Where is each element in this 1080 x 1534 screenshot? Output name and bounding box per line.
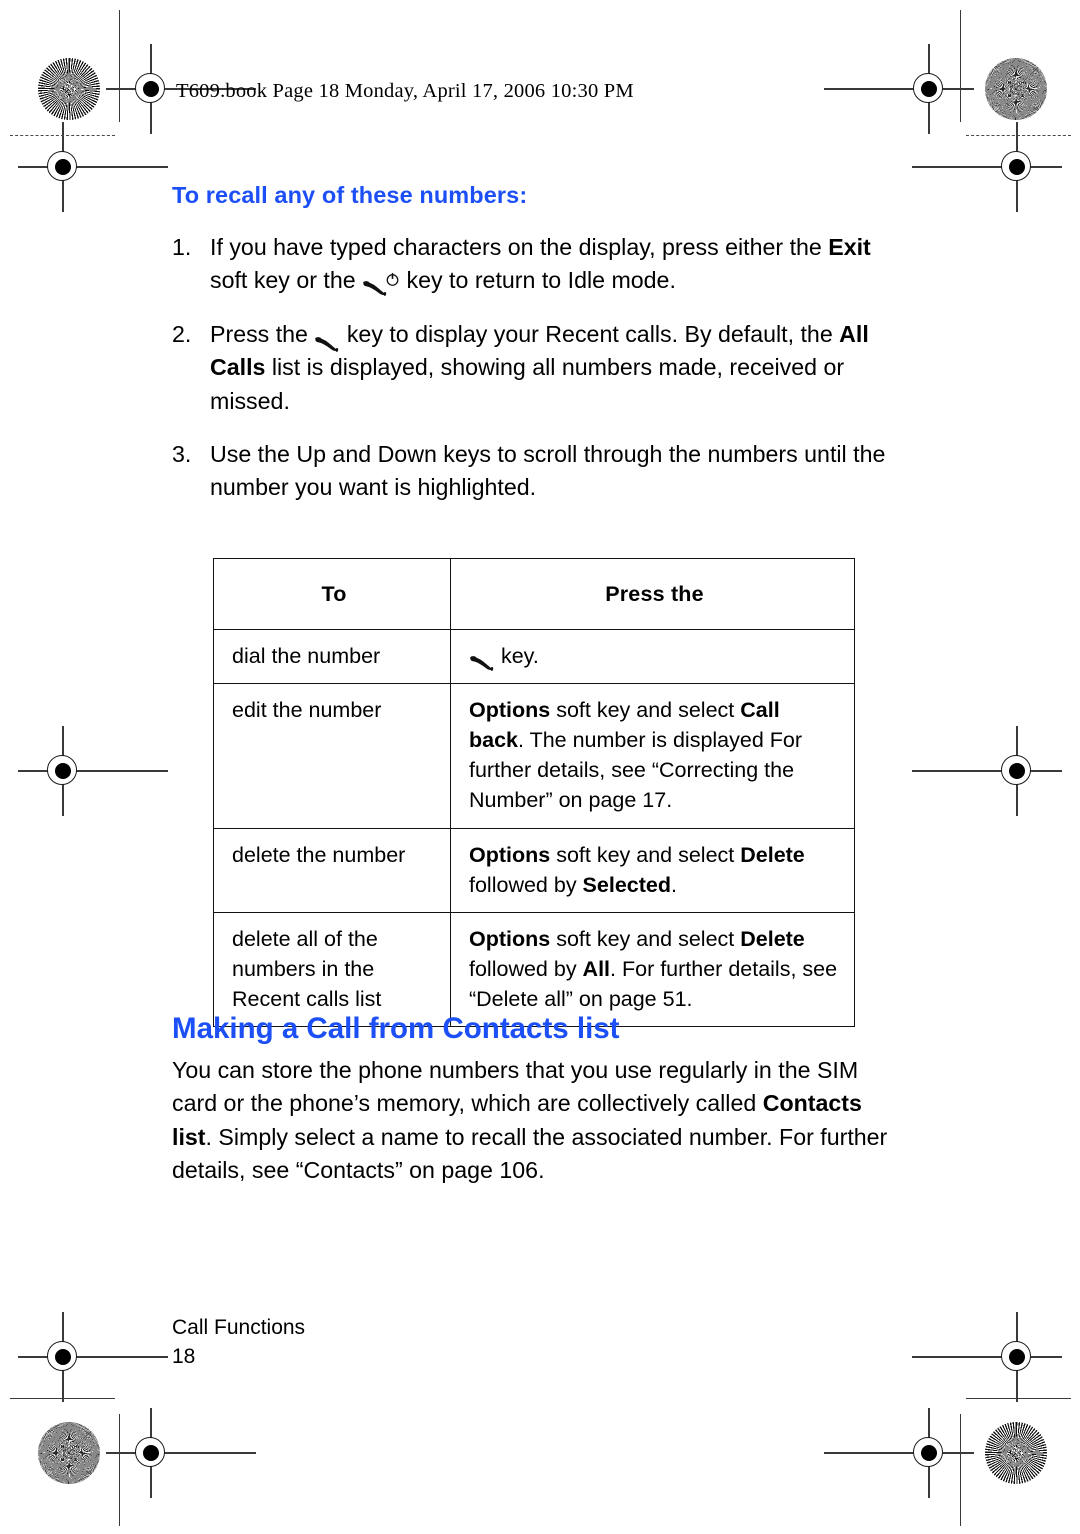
end-call-key-icon — [362, 265, 400, 297]
trim-rule-bottom-right-horizontal — [966, 1398, 1071, 1400]
cell-to: dial the number — [213, 629, 451, 685]
trim-rule-right-bottom — [960, 1414, 962, 1526]
run-text: list is displayed, showing all numbers m… — [210, 354, 845, 414]
run-text: soft key or the — [210, 267, 363, 294]
run-text: followed by — [469, 872, 583, 897]
trim-rule-left-top — [119, 10, 121, 122]
table-header-row: To Press the — [213, 557, 855, 631]
key-reference-table: To Press the dial the number key. edit t… — [213, 557, 855, 1028]
cell-press-the: Options soft key and select Delete follo… — [450, 827, 855, 913]
star-target-bottom-right — [985, 1422, 1047, 1484]
emphasis-text: All — [582, 956, 611, 981]
section-heading: Making a Call from Contacts list — [172, 1012, 620, 1045]
section-body: You can store the phone numbers that you… — [172, 1054, 908, 1188]
step-text: Press the key to display your Recent cal… — [210, 321, 869, 414]
step-number: 3. — [172, 441, 192, 468]
sub-heading: To recall any of these numbers: — [172, 182, 528, 208]
running-header: T609.book Page 18 Monday, April 17, 2006… — [176, 80, 634, 102]
cell-press-the: key. — [450, 629, 855, 685]
registration-mark-lower-right — [912, 1312, 1062, 1402]
run-text: Use the Up and Down keys to scroll throu… — [210, 441, 886, 501]
registration-mark-top-right — [824, 44, 974, 134]
registration-mark-lower-left — [18, 1312, 168, 1402]
send-call-key-icon — [469, 648, 495, 672]
send-call-key-icon — [314, 327, 340, 352]
star-target-top-left — [38, 58, 100, 120]
registration-mark-middle-right — [912, 726, 1062, 816]
cell-press-the: Options soft key and select Delete follo… — [450, 911, 855, 1028]
step-item: 1. If you have typed characters on the d… — [172, 231, 908, 298]
trim-rule-top-left-horizontal — [10, 135, 115, 136]
footer-chapter: Call Functions — [172, 1316, 306, 1339]
cell-to: edit the number — [213, 683, 451, 829]
step-item: 2. Press the key to display your Recent … — [172, 318, 908, 418]
cell-to: delete the number — [213, 827, 451, 913]
table-row: edit the number Options soft key and sel… — [213, 683, 855, 829]
registration-mark-upper-left — [18, 122, 168, 212]
cell-to: delete all of the numbers in the Recent … — [213, 911, 451, 1028]
run-text: If you have typed characters on the disp… — [210, 234, 829, 260]
page-footer: Call Functions 18 — [172, 1313, 305, 1372]
table-row: dial the number key. — [213, 629, 855, 685]
step-text: Use the Up and Down keys to scroll throu… — [210, 441, 885, 500]
registration-mark-bottom-left — [106, 1408, 256, 1498]
run-text: soft key and select — [550, 926, 741, 951]
emphasis-text: Options — [469, 698, 551, 723]
emphasis-text: Delete — [740, 842, 805, 867]
section-block: Making a Call from Contacts list You can… — [172, 1012, 908, 1188]
column-header-to: To — [213, 557, 451, 631]
run-text: key. — [495, 644, 539, 669]
run-text: You can store the phone numbers that you… — [172, 1057, 859, 1117]
run-text: soft key and select — [550, 698, 741, 723]
content-column: To recall any of these numbers: 1. If yo… — [172, 182, 908, 525]
table-body: dial the number key. edit the number Opt… — [213, 629, 855, 1028]
footer-page-number: 18 — [172, 1345, 196, 1369]
run-text: key to display your Recent calls. By def… — [340, 320, 840, 347]
step-item: 3. Use the Up and Down keys to scroll th… — [172, 438, 908, 505]
column-header-press-the: Press the — [450, 557, 855, 631]
table-row: delete the number Options soft key and s… — [213, 827, 855, 913]
run-text: Press the — [210, 320, 315, 347]
run-text: key to return to Idle mode. — [400, 267, 676, 294]
step-number: 1. — [172, 234, 192, 260]
trim-rule-top-right-horizontal — [966, 135, 1071, 136]
cell-press-the: Options soft key and select Call back. T… — [450, 683, 855, 829]
emphasis-text: Selected — [582, 872, 671, 897]
run-text: followed by — [469, 956, 583, 981]
registration-mark-middle-left — [18, 726, 168, 816]
step-number: 2. — [172, 320, 192, 347]
emphasis-text: Exit — [828, 234, 871, 260]
trim-rule-right-top — [960, 10, 962, 122]
star-target-bottom-left — [38, 1422, 100, 1484]
registration-mark-upper-right — [912, 122, 1062, 212]
run-text: . The number is displayed For further de… — [469, 728, 803, 813]
manual-page: T609.book Page 18 Monday, April 17, 2006… — [0, 0, 1080, 1534]
trim-rule-left-bottom — [119, 1414, 121, 1526]
emphasis-text: Delete — [740, 926, 805, 951]
step-text: If you have typed characters on the disp… — [210, 234, 871, 297]
registration-mark-bottom-right — [824, 1408, 974, 1498]
emphasis-text: Options — [469, 926, 551, 951]
star-target-top-right — [985, 58, 1047, 120]
run-text: soft key and select — [550, 842, 741, 867]
emphasis-text: Options — [469, 842, 551, 867]
numbered-step-list: 1. If you have typed characters on the d… — [172, 231, 908, 505]
table-row: delete all of the numbers in the Recent … — [213, 911, 855, 1028]
run-text: . — [670, 872, 677, 897]
run-text: . Simply select a name to recall the ass… — [172, 1123, 888, 1184]
trim-rule-bottom-left-horizontal — [10, 1398, 115, 1400]
registration-mark-top-left — [106, 44, 256, 134]
